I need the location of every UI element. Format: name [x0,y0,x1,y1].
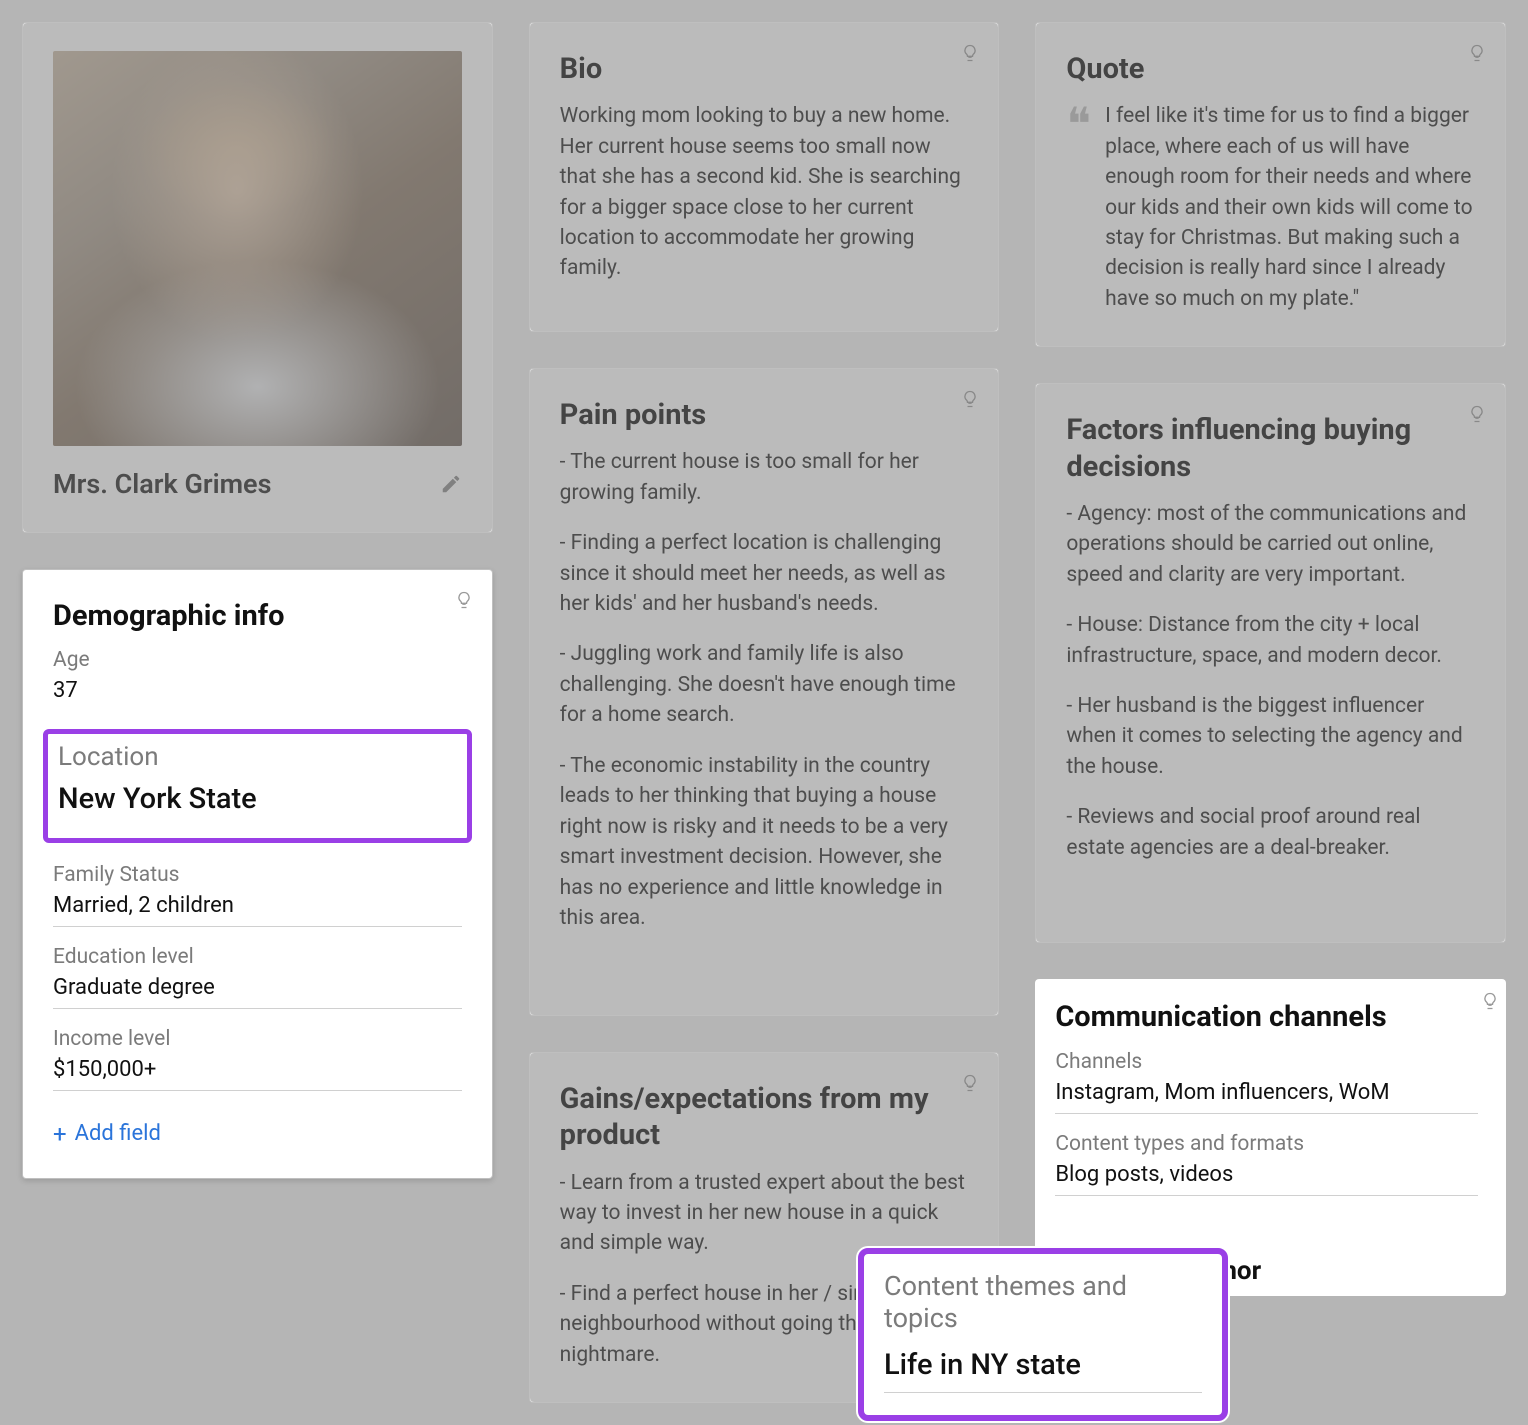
lightbulb-icon[interactable] [454,588,474,612]
quote-text: I feel like it's time for us to find a b… [1105,101,1475,314]
demographic-card: Demographic info Age 37 Location New Yor… [22,569,493,1179]
pain-title: Pain points [560,397,969,433]
add-field-button[interactable]: + Add field [53,1121,462,1146]
family-value[interactable]: Married, 2 children [53,893,462,927]
age-value[interactable]: 37 [53,678,462,711]
income-value[interactable]: $150,000+ [53,1057,462,1091]
pain-item: - The economic instability in the countr… [560,751,969,934]
education-label: Education level [53,945,462,969]
bio-title: Bio [560,51,969,87]
gains-item: - Learn from a trusted expert about the … [560,1168,969,1259]
quote-card: Quote ❝ I feel like it's time for us to … [1035,22,1506,347]
factors-item: - House: Distance from the city + local … [1066,610,1475,671]
channels-label: Channels [1055,1050,1478,1074]
lightbulb-icon[interactable] [960,387,980,411]
formats-value[interactable]: Blog posts, videos [1055,1162,1478,1196]
location-highlight: Location New York State [43,729,472,843]
lightbulb-icon[interactable] [1467,41,1487,65]
quote-mark-icon: ❝ [1066,111,1091,314]
lightbulb-icon[interactable] [1480,989,1500,1013]
factors-item: - Reviews and social proof around real e… [1066,802,1475,863]
channels-value[interactable]: Instagram, Mom influencers, WoM [1055,1080,1478,1114]
pain-card: Pain points - The current house is too s… [529,368,1000,1016]
factors-title: Factors influencing buying decisions [1066,412,1475,485]
family-label: Family Status [53,863,462,887]
profile-card: Mrs. Clark Grimes [22,22,493,533]
lightbulb-icon[interactable] [960,1071,980,1095]
themes-value[interactable]: Life in NY state [884,1348,1202,1393]
add-field-label: Add field [75,1121,161,1146]
location-value[interactable]: New York State [58,782,457,824]
pain-item: - Juggling work and family life is also … [560,639,969,730]
persona-name: Mrs. Clark Grimes [53,468,271,500]
pain-item: - The current house is too small for her… [560,447,969,508]
themes-highlight-popup: Content themes and topics Life in NY sta… [858,1248,1228,1421]
age-label: Age [53,648,462,672]
education-value[interactable]: Graduate degree [53,975,462,1009]
gains-title: Gains/expectations from my product [560,1081,969,1154]
factors-card: Factors influencing buying decisions - A… [1035,383,1506,943]
bio-text: Working mom looking to buy a new home. H… [560,101,969,284]
comm-title: Communication channels [1055,999,1478,1035]
themes-label: Content themes and topics [884,1270,1202,1334]
factors-item: - Agency: most of the communications and… [1066,499,1475,590]
edit-name-icon[interactable] [440,473,462,495]
bio-card: Bio Working mom looking to buy a new hom… [529,22,1000,332]
location-label: Location [58,742,457,772]
quote-title: Quote [1066,51,1475,87]
factors-item: - Her husband is the biggest influencer … [1066,691,1475,782]
pain-item: - Finding a perfect location is challeng… [560,528,969,619]
lightbulb-icon[interactable] [960,41,980,65]
plus-icon: + [53,1122,67,1146]
formats-label: Content types and formats [1055,1132,1478,1156]
demographic-title: Demographic info [53,598,462,634]
lightbulb-icon[interactable] [1467,402,1487,426]
income-label: Income level [53,1027,462,1051]
persona-avatar [53,51,462,446]
